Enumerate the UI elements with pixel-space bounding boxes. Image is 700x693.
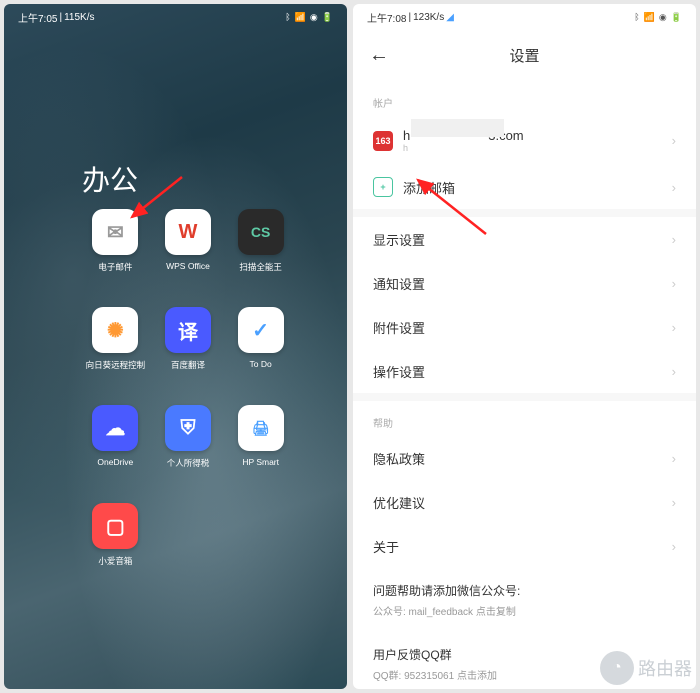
settings-item[interactable]: 通知设置 ›	[353, 261, 696, 305]
app-icon: W	[165, 209, 211, 255]
item-label: 隐私政策	[373, 449, 425, 468]
watermark: ◔ 路由器	[600, 651, 692, 685]
header-title: 设置	[509, 45, 539, 66]
wechat-info[interactable]: 问题帮助请添加微信公众号: 公众号: mail_feedback 点击复制	[353, 568, 696, 632]
battery-icon: 🔋	[671, 12, 682, 23]
settings-item[interactable]: 操作设置 ›	[353, 349, 696, 393]
add-mailbox-item[interactable]: + 添加邮箱 ›	[353, 165, 696, 209]
plus-icon: +	[373, 177, 393, 197]
app-label: 电子邮件	[98, 261, 132, 273]
app-icon: ▢	[92, 503, 138, 549]
help-item[interactable]: 优化建议 ›	[353, 480, 696, 524]
battery-icon: 🔋	[322, 12, 333, 23]
wifi-icon: ◉	[659, 12, 667, 23]
chevron-right-icon: ›	[672, 276, 676, 291]
app-label: 向日葵远程控制	[86, 359, 146, 371]
account-item[interactable]: 163 hxxxxxxxxxxxx3.com h ›	[353, 116, 696, 165]
app-icon: 译	[165, 307, 211, 353]
chevron-right-icon: ›	[672, 451, 676, 466]
chevron-right-icon: ›	[672, 364, 676, 379]
app-icon: ☁	[92, 405, 138, 451]
app-label: 个人所得税	[167, 457, 210, 469]
redaction-mask	[411, 119, 504, 137]
item-label: 优化建议	[373, 493, 425, 512]
settings-list: 显示设置 › 通知设置 › 附件设置 › 操作设置 ›	[353, 217, 696, 393]
status-bar-right: 上午7:08 | 123K/s ◢ ᛒ 📶 ◉ 🔋	[353, 4, 696, 30]
app-icon: ⛨	[165, 405, 211, 451]
app-icon: 🖨	[238, 405, 284, 451]
app-向日葵远程控制[interactable]: ✺ 向日葵远程控制	[84, 307, 147, 371]
app-百度翻译[interactable]: 译百度翻译	[157, 307, 220, 371]
section-label-help: 帮助	[353, 401, 696, 436]
app-icon: ✓	[238, 307, 284, 353]
status-speed: 123K/s	[413, 12, 444, 23]
chevron-right-icon: ›	[672, 232, 676, 247]
home-screen: 上午7:05 | 115K/s ᛒ 📶 ◉ 🔋 办公 ✉ 电子邮件 W WPS Off…	[4, 4, 347, 689]
app-label: 小爱音箱	[98, 555, 132, 567]
status-bar-left: 上午7:05 | 115K/s ᛒ 📶 ◉ 🔋	[4, 4, 347, 30]
app-OneDrive[interactable]: ☁ OneDrive	[84, 405, 147, 469]
divider	[353, 209, 696, 217]
item-label: 通知设置	[373, 274, 425, 293]
app-grid: ✉电子邮件WWPS OfficeCS扫描全能王✺向日葵远程控制译百度翻译✓To …	[84, 209, 292, 567]
bluetooth-icon: ᛒ	[634, 12, 639, 22]
mail-163-icon: 163	[373, 131, 393, 151]
app-label: OneDrive	[97, 457, 133, 467]
help-item[interactable]: 隐私政策 ›	[353, 436, 696, 480]
back-button[interactable]: ←	[369, 44, 389, 67]
help-item[interactable]: 关于 ›	[353, 524, 696, 568]
settings-item[interactable]: 附件设置 ›	[353, 305, 696, 349]
status-time: 上午7:08	[367, 10, 406, 25]
section-label-account: 帐户	[353, 81, 696, 116]
app-icon: ✉	[92, 209, 138, 255]
chevron-right-icon: ›	[672, 320, 676, 335]
item-label: 附件设置	[373, 318, 425, 337]
app-icon: CS	[238, 209, 284, 255]
app-label: WPS Office	[166, 261, 210, 271]
location-icon: ◢	[446, 12, 454, 23]
app-label: 百度翻译	[171, 359, 205, 371]
app-label: HP Smart	[242, 457, 279, 467]
app-个人所得税[interactable]: ⛨ 个人所得税	[157, 405, 220, 469]
watermark-icon: ◔	[600, 651, 634, 685]
app-icon: ✺	[92, 307, 138, 353]
item-label: 显示设置	[373, 230, 425, 249]
signal-icon: 📶	[295, 12, 306, 23]
app-To Do[interactable]: ✓ To Do	[229, 307, 292, 371]
chevron-right-icon: ›	[672, 495, 676, 510]
status-time: 上午7:05	[18, 10, 57, 25]
app-label: To Do	[250, 359, 272, 369]
status-speed: 115K/s	[64, 12, 94, 23]
divider	[353, 393, 696, 401]
status-icons: ᛒ 📶 ◉ 🔋	[285, 12, 333, 23]
signal-icon: 📶	[644, 12, 655, 23]
wifi-icon: ◉	[310, 12, 318, 23]
settings-screen: 上午7:08 | 123K/s ◢ ᛒ 📶 ◉ 🔋 ← 设置 帐户 163 hx…	[353, 4, 696, 689]
item-label: 操作设置	[373, 362, 425, 381]
app-HP Smart[interactable]: 🖨 HP Smart	[229, 405, 292, 469]
settings-item[interactable]: 显示设置 ›	[353, 217, 696, 261]
app-label: 扫描全能王	[239, 261, 282, 273]
item-label: 关于	[373, 537, 399, 556]
app-小爱音箱[interactable]: ▢ 小爱音箱	[84, 503, 147, 567]
folder-title: 办公	[82, 159, 138, 199]
chevron-right-icon: ›	[672, 133, 676, 148]
help-list: 隐私政策 › 优化建议 › 关于 ›	[353, 436, 696, 568]
app-WPS Office[interactable]: W WPS Office	[157, 209, 220, 273]
status-icons: ᛒ 📶 ◉ 🔋	[634, 12, 682, 23]
header: ← 设置	[353, 30, 696, 81]
chevron-right-icon: ›	[672, 539, 676, 554]
bluetooth-icon: ᛒ	[285, 12, 290, 22]
app-电子邮件[interactable]: ✉ 电子邮件	[84, 209, 147, 273]
app-扫描全能王[interactable]: CS 扫描全能王	[229, 209, 292, 273]
chevron-right-icon: ›	[672, 180, 676, 195]
